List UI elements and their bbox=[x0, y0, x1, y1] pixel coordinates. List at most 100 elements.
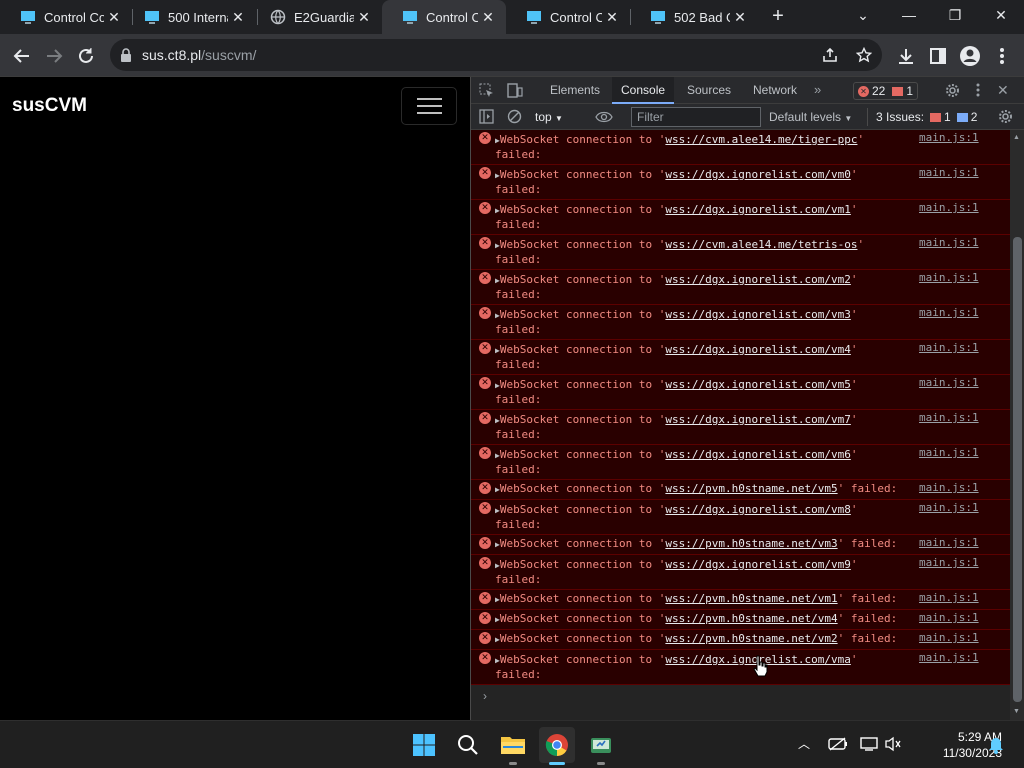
expand-triangle-icon[interactable]: ▶ bbox=[495, 136, 500, 145]
source-link[interactable]: main.js:1 bbox=[919, 376, 979, 390]
scroll-up-icon[interactable]: ▲ bbox=[1013, 134, 1020, 141]
more-tabs-icon[interactable]: » bbox=[814, 82, 821, 97]
websocket-url-link[interactable]: wss://cvm.alee14.me/tetris-os bbox=[665, 238, 857, 251]
log-levels-dropdown[interactable]: Default levels ▼ bbox=[769, 104, 852, 130]
gear-icon[interactable] bbox=[998, 109, 1013, 124]
tab-5[interactable]: Control Col ✕ bbox=[506, 0, 630, 34]
tab-4-active[interactable]: Control Col ✕ bbox=[382, 0, 506, 34]
source-link[interactable]: main.js:1 bbox=[919, 411, 979, 425]
address-bar[interactable]: sus.ct8.pl/suscvm/ bbox=[110, 39, 882, 71]
source-link[interactable]: main.js:1 bbox=[919, 271, 979, 285]
source-link[interactable]: main.js:1 bbox=[919, 651, 979, 665]
clear-console-icon[interactable] bbox=[507, 109, 522, 124]
sidebar-toggle-icon[interactable] bbox=[479, 109, 494, 124]
gear-icon[interactable] bbox=[945, 83, 960, 98]
expand-triangle-icon[interactable]: ▶ bbox=[495, 381, 500, 390]
search-button[interactable] bbox=[450, 727, 486, 763]
scrollbar-thumb[interactable] bbox=[1013, 237, 1022, 702]
console-prompt[interactable]: › bbox=[471, 685, 1010, 703]
websocket-url-link[interactable]: wss://dgx.ignorelist.com/vm6 bbox=[665, 448, 850, 461]
expand-triangle-icon[interactable]: ▶ bbox=[495, 276, 500, 285]
websocket-url-link[interactable]: wss://pvm.h0stname.net/vm4 bbox=[665, 612, 837, 625]
volume-muted-icon[interactable] bbox=[884, 736, 902, 752]
start-button[interactable] bbox=[406, 727, 442, 763]
back-button[interactable] bbox=[8, 42, 36, 70]
close-icon[interactable]: ✕ bbox=[104, 9, 124, 26]
source-link[interactable]: main.js:1 bbox=[919, 591, 979, 605]
star-icon[interactable] bbox=[856, 47, 872, 63]
battery-icon[interactable] bbox=[828, 736, 848, 752]
websocket-url-link[interactable]: wss://dgx.ignorelist.com/vm2 bbox=[665, 273, 850, 286]
expand-triangle-icon[interactable]: ▶ bbox=[495, 416, 500, 425]
expand-triangle-icon[interactable]: ▶ bbox=[495, 485, 500, 494]
websocket-url-link[interactable]: wss://pvm.h0stname.net/vm5 bbox=[665, 482, 837, 495]
websocket-url-link[interactable]: wss://pvm.h0stname.net/vm2 bbox=[665, 632, 837, 645]
source-link[interactable]: main.js:1 bbox=[919, 306, 979, 320]
source-link[interactable]: main.js:1 bbox=[919, 536, 979, 550]
navbar-toggler-button[interactable] bbox=[401, 87, 457, 125]
source-link[interactable]: main.js:1 bbox=[919, 166, 979, 180]
app-button[interactable] bbox=[583, 727, 619, 765]
source-link[interactable]: main.js:1 bbox=[919, 341, 979, 355]
expand-triangle-icon[interactable]: ▶ bbox=[495, 540, 500, 549]
expand-triangle-icon[interactable]: ▶ bbox=[495, 346, 500, 355]
expand-triangle-icon[interactable]: ▶ bbox=[495, 561, 500, 570]
expand-triangle-icon[interactable]: ▶ bbox=[495, 311, 500, 320]
filter-input[interactable]: Filter bbox=[631, 107, 761, 127]
source-link[interactable]: main.js:1 bbox=[919, 556, 979, 570]
source-link[interactable]: main.js:1 bbox=[919, 446, 979, 460]
websocket-url-link[interactable]: wss://dgx.ignorelist.com/vm9 bbox=[665, 558, 850, 571]
issues-counter[interactable]: 3 Issues: 1 2 bbox=[867, 108, 977, 126]
menu-button[interactable] bbox=[988, 42, 1016, 70]
scroll-down-icon[interactable]: ▼ bbox=[1013, 708, 1020, 715]
share-icon[interactable] bbox=[822, 47, 838, 63]
reload-button[interactable] bbox=[72, 42, 100, 70]
source-link[interactable]: main.js:1 bbox=[919, 131, 979, 145]
context-selector[interactable]: top ▼ bbox=[535, 104, 563, 130]
minimize-button[interactable]: — bbox=[886, 0, 932, 32]
expand-triangle-icon[interactable]: ▶ bbox=[495, 506, 500, 515]
tab-3[interactable]: E2Guardian ✕ bbox=[250, 0, 382, 34]
tab-sources[interactable]: Sources bbox=[678, 77, 740, 104]
side-panel-button[interactable] bbox=[924, 42, 952, 70]
expand-triangle-icon[interactable]: ▶ bbox=[495, 615, 500, 624]
expand-triangle-icon[interactable]: ▶ bbox=[495, 206, 500, 215]
chevron-down-icon[interactable]: ⌄ bbox=[840, 0, 886, 32]
error-counter[interactable]: ✕ 22 1 bbox=[853, 82, 919, 100]
websocket-url-link[interactable]: wss://dgx.ignorelist.com/vm4 bbox=[665, 343, 850, 356]
close-icon[interactable]: ✕ bbox=[478, 9, 498, 26]
source-link[interactable]: main.js:1 bbox=[919, 611, 979, 625]
close-icon[interactable]: ✕ bbox=[354, 9, 374, 26]
expand-triangle-icon[interactable]: ▶ bbox=[495, 171, 500, 180]
websocket-url-link[interactable]: wss://pvm.h0stname.net/vm1 bbox=[665, 592, 837, 605]
expand-triangle-icon[interactable]: ▶ bbox=[495, 241, 500, 250]
device-toolbar-icon[interactable] bbox=[507, 83, 523, 98]
restore-button[interactable]: ❐ bbox=[932, 0, 978, 32]
close-icon[interactable]: ✕ bbox=[228, 9, 248, 26]
source-link[interactable]: main.js:1 bbox=[919, 481, 979, 495]
expand-triangle-icon[interactable]: ▶ bbox=[495, 451, 500, 460]
tab-network[interactable]: Network bbox=[744, 77, 806, 104]
tab-1[interactable]: Control Col ✕ bbox=[0, 0, 132, 34]
websocket-url-link[interactable]: wss://dgx.ignorelist.com/vm7 bbox=[665, 413, 850, 426]
websocket-url-link[interactable]: wss://dgx.ignorelist.com/vm8 bbox=[665, 503, 850, 516]
download-button[interactable] bbox=[892, 42, 920, 70]
site-brand[interactable]: susCVM bbox=[12, 95, 87, 117]
websocket-url-link[interactable]: wss://dgx.ignorelist.com/vm3 bbox=[665, 308, 850, 321]
profile-button[interactable] bbox=[956, 42, 984, 70]
websocket-url-link[interactable]: wss://cvm.alee14.me/tiger-ppc bbox=[665, 133, 857, 146]
tab-console[interactable]: Console bbox=[612, 77, 675, 104]
websocket-url-link[interactable]: wss://dgx.ignorelist.com/vm0 bbox=[665, 168, 850, 181]
source-link[interactable]: main.js:1 bbox=[919, 236, 979, 250]
network-icon[interactable] bbox=[860, 736, 878, 752]
websocket-url-link[interactable]: wss://dgx.ignorelist.com/vm5 bbox=[665, 378, 850, 391]
websocket-url-link[interactable]: wss://pvm.h0stname.net/vm3 bbox=[665, 537, 837, 550]
close-icon[interactable]: ✕ bbox=[997, 82, 1009, 99]
chrome-button[interactable] bbox=[539, 727, 575, 765]
close-icon[interactable]: ✕ bbox=[730, 9, 750, 26]
expand-triangle-icon[interactable]: ▶ bbox=[495, 595, 500, 604]
close-icon[interactable]: ✕ bbox=[602, 9, 622, 26]
chevron-up-icon[interactable]: ︿ bbox=[798, 735, 810, 752]
tab-2[interactable]: 500 Interna ✕ bbox=[124, 0, 256, 34]
source-link[interactable]: main.js:1 bbox=[919, 201, 979, 215]
